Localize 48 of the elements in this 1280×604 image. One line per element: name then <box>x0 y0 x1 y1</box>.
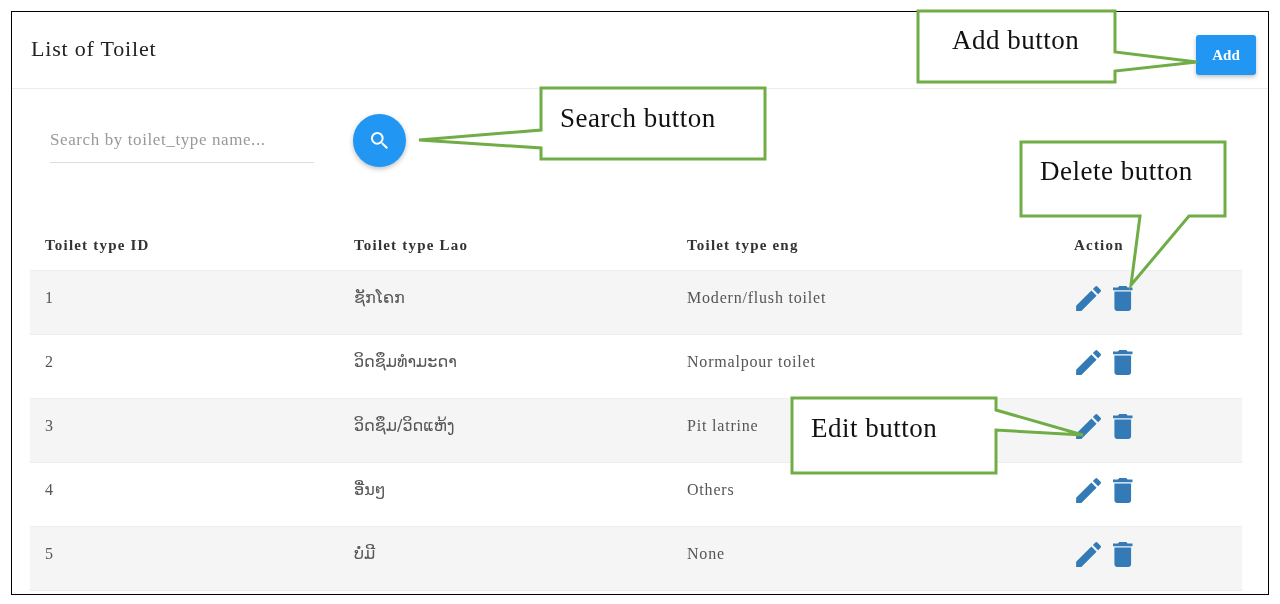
table-cell: Pit latrine <box>687 417 759 434</box>
table-cell: 2 <box>45 353 54 370</box>
column-header: Action <box>1074 237 1124 253</box>
delete-button[interactable] <box>1113 542 1133 567</box>
table-cell: ອື່ນໆ <box>354 480 386 499</box>
table-cell: 4 <box>45 481 54 498</box>
edit-button[interactable] <box>1076 542 1101 567</box>
trash-icon <box>1113 478 1133 503</box>
trash-icon <box>1113 350 1133 375</box>
callout-text: Delete button <box>1040 156 1193 186</box>
delete-button[interactable] <box>1113 414 1133 439</box>
pencil-icon <box>1076 414 1101 439</box>
page-title: List of Toilet <box>31 36 157 62</box>
edit-button[interactable] <box>1076 478 1101 503</box>
delete-button[interactable] <box>1113 350 1133 375</box>
edit-button[interactable] <box>1076 350 1101 375</box>
table-cell: ບໍ່ມີ <box>354 544 376 563</box>
trash-icon <box>1113 414 1133 439</box>
table-cell: 3 <box>45 417 54 434</box>
table-cell: Normalpour toilet <box>687 353 816 370</box>
table-cell: Others <box>687 481 735 498</box>
table-cell: 1 <box>45 289 54 306</box>
table-cell: 5 <box>45 545 54 562</box>
table-cell: None <box>687 545 725 562</box>
trash-icon <box>1113 286 1133 311</box>
pencil-icon <box>1076 478 1101 503</box>
search-field[interactable]: Search by toilet_type name... <box>50 118 314 163</box>
trash-icon <box>1113 542 1133 567</box>
column-header: Toilet type eng <box>687 237 799 253</box>
delete-button[interactable] <box>1113 478 1133 503</box>
callout-text: Search button <box>560 103 716 133</box>
add-button[interactable]: Add <box>1196 35 1256 75</box>
pencil-icon <box>1076 350 1101 375</box>
table-cell: ຊັກໂຄກ <box>354 288 405 307</box>
column-header: Toilet type ID <box>45 237 150 253</box>
delete-button[interactable] <box>1113 286 1133 311</box>
column-header: Toilet type Lao <box>354 237 469 253</box>
edit-button[interactable] <box>1076 286 1101 311</box>
pencil-icon <box>1076 542 1101 567</box>
pencil-icon <box>1076 286 1101 311</box>
search-icon <box>371 132 388 149</box>
search-button[interactable] <box>353 114 406 167</box>
edit-button[interactable] <box>1076 414 1101 439</box>
table-cell: Modern/flush toilet <box>687 289 827 306</box>
table-cell: ວິດຊຶມທຳມະດາ <box>354 352 457 371</box>
callout-text: Add button <box>952 25 1080 55</box>
table-cell: ວິດຊຶມ/ວິດແຫ້ງ <box>354 416 455 435</box>
callout-text: Edit button <box>811 413 938 443</box>
